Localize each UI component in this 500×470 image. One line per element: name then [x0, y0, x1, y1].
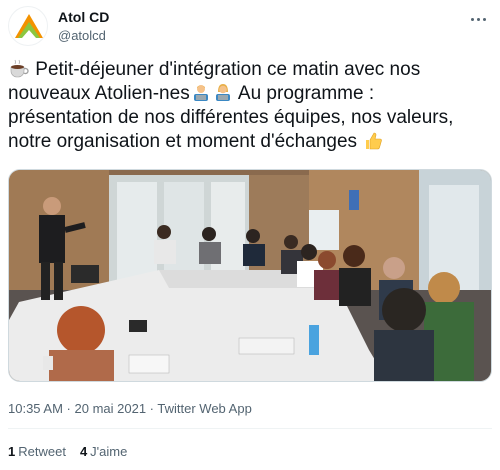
tweet-time[interactable]: 10:35 AM: [8, 401, 63, 416]
author-name[interactable]: Atol CD: [58, 9, 109, 26]
tweet-card: Atol CD @atolcd Petit-déjeuner d'intégra…: [0, 0, 500, 470]
thumbs-up-icon: [363, 131, 383, 151]
likes-count: 4: [79, 444, 88, 459]
author-block: Atol CD @atolcd: [58, 9, 109, 44]
retweets-stat[interactable]: 1 Retweet: [8, 444, 66, 459]
more-options-icon[interactable]: [468, 9, 490, 31]
divider: [8, 428, 492, 429]
man-technologist-icon: [191, 83, 211, 103]
tweet-text: Petit-déjeuner d'intégration ce matin av…: [8, 58, 494, 154]
retweets-label: Retweet: [18, 444, 66, 459]
tweet-source-app[interactable]: Twitter Web App: [157, 401, 251, 416]
retweets-count: 1: [8, 444, 16, 459]
avatar[interactable]: [8, 6, 48, 46]
author-handle[interactable]: @atolcd: [58, 27, 109, 44]
tweet-line-1: Petit-déjeuner d'intégration ce matin av…: [35, 59, 421, 80]
atol-logo-icon: [15, 14, 43, 38]
tweet-photo[interactable]: [8, 169, 492, 382]
tweet-stats: 1 Retweet 4 J'aime: [8, 444, 141, 459]
likes-label: J'aime: [90, 444, 128, 459]
tweet-date[interactable]: 20 mai 2021: [75, 401, 147, 416]
meta-separator: ·: [62, 401, 75, 416]
likes-stat[interactable]: 4 J'aime: [80, 444, 127, 459]
tweet-line-2b: Au programme :: [233, 83, 375, 104]
tweet-header: Atol CD @atolcd: [8, 6, 492, 46]
meeting-room-photo: [9, 170, 491, 381]
tweet-line-4: notre organisation et moment d'échanges: [8, 131, 358, 152]
meta-separator: ·: [146, 401, 158, 416]
tweet-line-3: présentation de nos différentes équipes,…: [8, 107, 454, 128]
tweet-line-2a: nouveaux Atolien-nes: [8, 83, 190, 104]
coffee-icon: [9, 59, 29, 79]
woman-technologist-icon: [213, 83, 233, 103]
tweet-meta: 10:35 AM · 20 mai 2021 · Twitter Web App: [8, 401, 252, 416]
